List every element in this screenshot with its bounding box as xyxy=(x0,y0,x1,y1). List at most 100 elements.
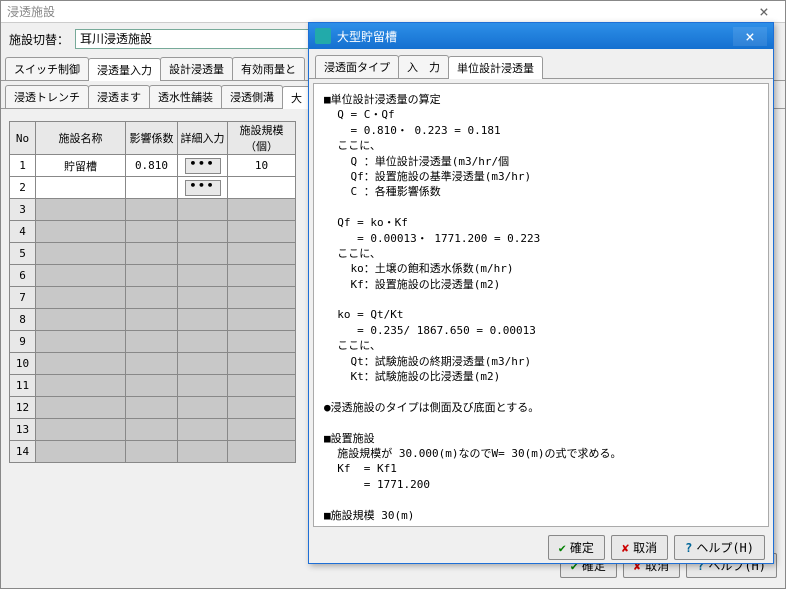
empty-cell xyxy=(126,397,178,419)
row-scale[interactable]: 10 xyxy=(228,155,296,177)
row-no: 9 xyxy=(10,331,36,353)
empty-cell xyxy=(36,397,126,419)
detail-button[interactable]: ••• xyxy=(185,158,221,174)
close-icon[interactable]: × xyxy=(749,2,779,21)
empty-cell xyxy=(178,375,228,397)
window-icon xyxy=(315,28,331,44)
empty-cell xyxy=(126,353,178,375)
empty-cell xyxy=(228,309,296,331)
cross-icon: ✘ xyxy=(622,541,629,555)
table-row[interactable]: 2 ••• xyxy=(10,177,296,199)
tab-switch-control[interactable]: スイッチ制御 xyxy=(5,57,89,80)
table-row[interactable]: 1 貯留槽 0.810 ••• 10 xyxy=(10,155,296,177)
table-row: 5 xyxy=(10,243,296,265)
tab-trench[interactable]: 浸透トレンチ xyxy=(5,85,89,108)
empty-cell xyxy=(36,309,126,331)
empty-cell xyxy=(178,265,228,287)
empty-cell xyxy=(36,441,126,463)
facility-select[interactable]: 耳川浸透施設 xyxy=(75,29,325,49)
empty-cell xyxy=(178,287,228,309)
col-coef: 影響係数 xyxy=(126,122,178,155)
ok-label: 確定 xyxy=(570,539,594,556)
empty-cell xyxy=(228,375,296,397)
table-row: 13 xyxy=(10,419,296,441)
row-no: 11 xyxy=(10,375,36,397)
table-row: 3 xyxy=(10,199,296,221)
tab-side-ditch[interactable]: 浸透側溝 xyxy=(221,85,283,108)
help-label: ヘルプ(H) xyxy=(696,539,754,556)
dialog-button-bar: ✔ 確定 ✘取消 ?ヘルプ(H) xyxy=(309,531,773,564)
row-coef[interactable]: 0.810 xyxy=(126,155,178,177)
row-coef[interactable] xyxy=(126,177,178,199)
table-row: 6 xyxy=(10,265,296,287)
row-name[interactable] xyxy=(36,177,126,199)
table-row: 9 xyxy=(10,331,296,353)
empty-cell xyxy=(228,287,296,309)
empty-cell xyxy=(228,441,296,463)
tab-unit-design-infiltration[interactable]: 単位設計浸透量 xyxy=(448,56,543,79)
col-scale: 施設規模（個） xyxy=(228,122,296,155)
empty-cell xyxy=(36,375,126,397)
tab-permeable-pavement[interactable]: 透水性舗装 xyxy=(149,85,222,108)
empty-cell xyxy=(36,221,126,243)
row-no: 7 xyxy=(10,287,36,309)
row-scale[interactable] xyxy=(228,177,296,199)
empty-cell xyxy=(126,221,178,243)
empty-cell xyxy=(228,265,296,287)
empty-cell xyxy=(36,243,126,265)
empty-cell xyxy=(228,353,296,375)
empty-cell xyxy=(126,441,178,463)
empty-cell xyxy=(126,375,178,397)
row-no: 2 xyxy=(10,177,36,199)
row-no: 8 xyxy=(10,309,36,331)
empty-cell xyxy=(126,419,178,441)
check-icon: ✔ xyxy=(559,541,566,555)
tab-masu[interactable]: 浸透ます xyxy=(88,85,150,108)
empty-cell xyxy=(228,243,296,265)
tab-infiltration-surface-type[interactable]: 浸透面タイプ xyxy=(315,55,399,78)
empty-cell xyxy=(178,419,228,441)
empty-cell xyxy=(178,243,228,265)
row-name[interactable]: 貯留槽 xyxy=(36,155,126,177)
row-detail-cell: ••• xyxy=(178,177,228,199)
empty-cell xyxy=(178,309,228,331)
empty-cell xyxy=(126,243,178,265)
empty-cell xyxy=(126,331,178,353)
row-no: 14 xyxy=(10,441,36,463)
tab-input[interactable]: 入 力 xyxy=(398,55,449,78)
table-row: 10 xyxy=(10,353,296,375)
dialog-ok-button[interactable]: ✔ 確定 xyxy=(548,535,605,560)
empty-cell xyxy=(178,353,228,375)
dialog-cancel-button[interactable]: ✘取消 xyxy=(611,535,668,560)
empty-cell xyxy=(178,221,228,243)
table-row: 4 xyxy=(10,221,296,243)
tab-design-infiltration[interactable]: 設計浸透量 xyxy=(160,57,233,80)
empty-cell xyxy=(36,265,126,287)
tab-large[interactable]: 大 xyxy=(282,86,311,109)
empty-cell xyxy=(36,419,126,441)
empty-cell xyxy=(126,309,178,331)
row-no: 13 xyxy=(10,419,36,441)
row-no: 12 xyxy=(10,397,36,419)
empty-cell xyxy=(36,199,126,221)
row-no: 1 xyxy=(10,155,36,177)
empty-cell xyxy=(126,199,178,221)
dialog-close-icon[interactable]: × xyxy=(733,27,767,46)
tab-infiltration-input[interactable]: 浸透量入力 xyxy=(88,58,161,81)
table-row: 7 xyxy=(10,287,296,309)
tab-effective-rain[interactable]: 有効雨量と xyxy=(232,57,305,80)
row-no: 4 xyxy=(10,221,36,243)
empty-cell xyxy=(178,441,228,463)
dialog-help-button[interactable]: ?ヘルプ(H) xyxy=(674,535,765,560)
empty-cell xyxy=(228,199,296,221)
row-no: 10 xyxy=(10,353,36,375)
row-no: 6 xyxy=(10,265,36,287)
row-no: 5 xyxy=(10,243,36,265)
row-detail-cell: ••• xyxy=(178,155,228,177)
facility-select-value: 耳川浸透施設 xyxy=(80,32,152,46)
empty-cell xyxy=(178,199,228,221)
empty-cell xyxy=(228,419,296,441)
empty-cell xyxy=(178,397,228,419)
detail-button[interactable]: ••• xyxy=(185,180,221,196)
dialog-tabs: 浸透面タイプ 入 力 単位設計浸透量 xyxy=(309,49,773,79)
